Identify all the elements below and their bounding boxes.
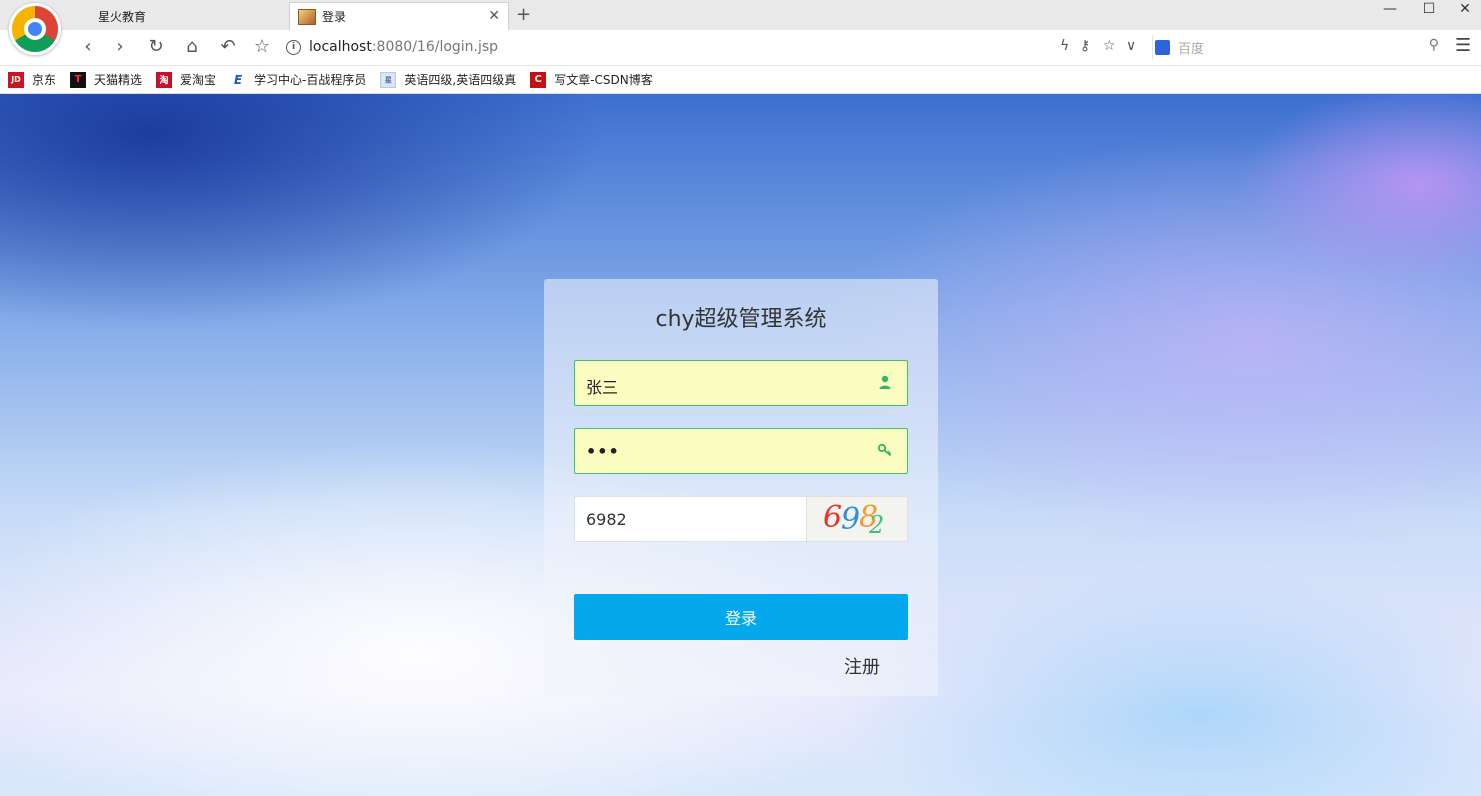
captcha-char: 9 — [841, 502, 861, 537]
username-field[interactable]: 张三 — [574, 360, 908, 406]
bookmark-label: 天猫精选 — [94, 73, 143, 87]
address-bar[interactable]: i localhost:8080/16/login.jsp — [286, 36, 1141, 58]
browser-navbar: ‹ › ↻ ⌂ ↶ ☆ i localhost:8080/16/login.js… — [0, 30, 1481, 66]
bookmark-bzcxy[interactable]: E 学习中心-百战程序员 — [230, 71, 366, 88]
password-value: ••• — [586, 442, 620, 461]
captcha-char: 2 — [869, 511, 885, 539]
taobao-icon: 淘 — [156, 71, 173, 88]
site-info-icon[interactable]: i — [286, 39, 301, 55]
bookmark-label: 京东 — [32, 73, 57, 87]
bookmark-csdn[interactable]: C 写文章-CSDN博客 — [530, 71, 653, 88]
bzcxy-icon: E — [230, 71, 247, 88]
close-tab-icon[interactable]: ✕ — [488, 8, 500, 24]
bookmark-label: 英语四级,英语四级真 — [404, 73, 517, 87]
key-icon — [877, 443, 892, 457]
bookmark-star-icon[interactable]: ☆ — [250, 36, 274, 57]
tab-label: 登录 — [322, 10, 347, 24]
bookmark-label: 学习中心-百战程序员 — [254, 73, 367, 87]
login-panel: chy超级管理系统 张三 ••• 6982 6 9 8 2 登录 注册 — [544, 279, 938, 696]
search-icon[interactable]: ⚲ — [1429, 37, 1439, 53]
close-window-icon[interactable]: ✕ — [1450, 1, 1480, 17]
menu-icon[interactable]: ☰ — [1455, 35, 1471, 56]
maximize-icon[interactable]: ☐ — [1414, 1, 1444, 17]
key-icon[interactable]: ⚷ — [1080, 38, 1090, 54]
tab-xinghuo[interactable]: 星火教育 — [60, 2, 286, 30]
page-background: chy超级管理系统 张三 ••• 6982 6 9 8 2 登录 注册 — [0, 94, 1481, 796]
captcha-input[interactable]: 6982 6 9 8 2 — [574, 496, 908, 542]
bookmark-jd[interactable]: JD 京东 — [8, 71, 56, 88]
browser-logo-icon — [8, 2, 62, 56]
login-button[interactable]: 登录 — [574, 594, 908, 640]
undo-icon[interactable]: ↶ — [216, 36, 240, 57]
address-host: localhost — [309, 39, 372, 55]
tab-label: 星火教育 — [98, 9, 147, 24]
english-icon: 星 — [380, 71, 397, 88]
csdn-icon: C — [530, 71, 547, 88]
search-placeholder: 百度 — [1178, 41, 1205, 57]
tab-login[interactable]: 登录 ✕ — [289, 2, 509, 30]
bookmarks-bar: JD 京东 T 天猫精选 淘 爱淘宝 E 学习中心-百战程序员 星 英语四级,英… — [0, 66, 1481, 94]
captcha-char: 6 — [823, 500, 843, 535]
jd-icon: JD — [8, 71, 24, 88]
bookmark-taobao[interactable]: 淘 爱淘宝 — [156, 71, 216, 88]
bookmark-label: 写文章-CSDN博客 — [554, 73, 653, 87]
new-tab-icon[interactable]: + — [516, 4, 531, 25]
search-input[interactable]: 百度 ⚲ — [1152, 35, 1443, 59]
favorite-star-icon[interactable]: ☆ — [1103, 38, 1116, 54]
minimize-icon[interactable]: — — [1375, 1, 1405, 17]
address-path: :8080/16/login.jsp — [371, 39, 499, 55]
tmall-icon: T — [70, 71, 87, 88]
lightning-icon[interactable]: ϟ — [1060, 38, 1069, 54]
page-favicon-icon — [298, 8, 316, 25]
back-icon[interactable]: ‹ — [76, 36, 100, 57]
register-link[interactable]: 注册 — [844, 653, 880, 679]
home-icon[interactable]: ⌂ — [180, 36, 204, 57]
bookmark-tmall[interactable]: T 天猫精选 — [70, 71, 142, 88]
forward-icon[interactable]: › — [108, 36, 132, 57]
reload-icon[interactable]: ↻ — [144, 36, 168, 57]
bookmark-label: 爱淘宝 — [180, 73, 217, 87]
baidu-icon — [1155, 39, 1170, 55]
captcha-value: 6982 — [586, 510, 627, 529]
captcha-image[interactable]: 6 9 8 2 — [806, 497, 907, 541]
browser-titlebar: 星火教育 登录 ✕ + — ☐ ✕ — [0, 0, 1481, 30]
password-field[interactable]: ••• — [574, 428, 908, 474]
chevron-down-icon[interactable]: ∨ — [1126, 38, 1136, 54]
user-icon — [879, 375, 891, 389]
page-title: chy超级管理系统 — [655, 307, 827, 332]
bookmark-english[interactable]: 星 英语四级,英语四级真 — [380, 71, 516, 88]
username-value: 张三 — [586, 378, 619, 397]
